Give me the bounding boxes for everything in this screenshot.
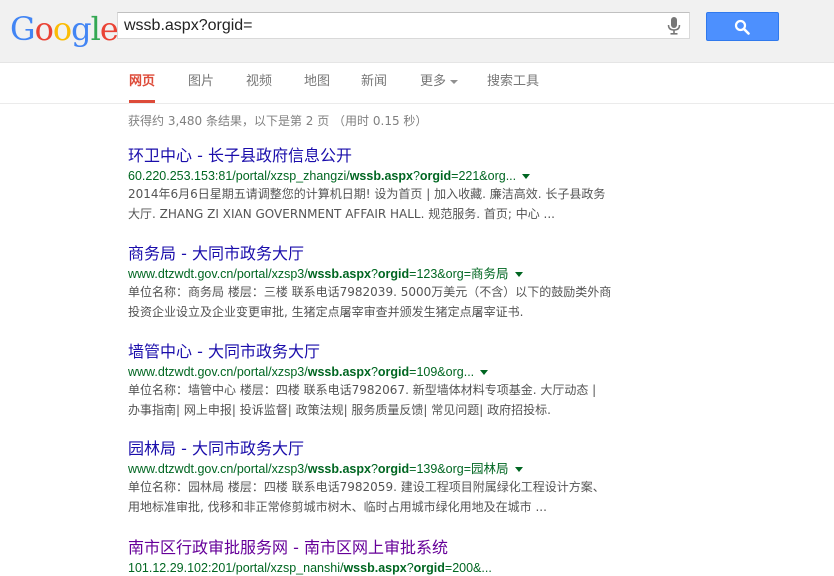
result-snippet-line: 单位名称：墙管中心 楼层：四楼 联系电话7982067. 新型墙体材料专项基金.… (128, 383, 597, 397)
url-highlight: orgid (419, 169, 452, 183)
result-title-link[interactable]: 园林局 - 大同市政务大厅 (128, 439, 648, 459)
search-result: 南市区行政审批服务网 - 南市区网上审批系统 101.12.29.102:201… (128, 538, 648, 576)
tab-more[interactable]: 更多 (420, 63, 459, 101)
result-snippet-line: 投资企业设立及企业变更审批, 生猪定点屠宰审查并颁发生猪定点屠宰证书. (128, 305, 524, 319)
result-snippet-line: 单位名称：园林局 楼层：四楼 联系电话7982059. 建设工程项目附属绿化工程… (128, 480, 605, 494)
tab-search-tools[interactable]: 搜索工具 (487, 63, 539, 101)
search-tabs: 网页 图片 视频 地图 新闻 更多 搜索工具 (0, 63, 834, 104)
tab-news[interactable]: 新闻 (361, 63, 387, 101)
result-snippet-line: 用地标准审批, 伐移和非正常修剪城市树木、临时占用城市绿化用地及在城市 ... (128, 500, 547, 514)
result-snippet-line: 单位名称：商务局 楼层：三楼 联系电话7982039. 5000万美元（不含）以… (128, 285, 612, 299)
url-text: www.dtzwdt.gov.cn/portal/xzsp3/ (128, 267, 308, 281)
mic-icon[interactable] (667, 17, 681, 35)
search-result: 园林局 - 大同市政务大厅 www.dtzwdt.gov.cn/portal/x… (128, 439, 648, 517)
url-highlight: orgid (377, 462, 410, 476)
url-highlight: wssb.aspx (307, 365, 371, 379)
url-text: ? (370, 267, 378, 281)
url-text: ? (370, 462, 378, 476)
tab-videos[interactable]: 视频 (246, 63, 272, 101)
result-stats: 获得约 3,480 条结果，以下是第 2 页 （用时 0.15 秒） (128, 114, 428, 128)
url-highlight: wssb.aspx (307, 462, 371, 476)
logo-letter: G (10, 10, 36, 48)
search-box[interactable] (117, 12, 690, 39)
url-highlight: orgid (377, 267, 410, 281)
search-result: 墙管中心 - 大同市政务大厅 www.dtzwdt.gov.cn/portal/… (128, 342, 648, 420)
url-highlight: orgid (377, 365, 410, 379)
search-result: 环卫中心 - 长子县政府信息公开 60.220.253.153:81/porta… (128, 146, 648, 224)
url-options-arrow-icon[interactable] (522, 174, 531, 180)
result-url: www.dtzwdt.gov.cn/portal/xzsp3/wssb.aspx… (128, 364, 648, 380)
result-snippet-line: 2014年6月6日星期五请调整您的计算机日期! 设为首页 | 加入收藏. 廉洁高… (128, 187, 606, 201)
result-url: www.dtzwdt.gov.cn/portal/xzsp3/wssb.aspx… (128, 266, 648, 282)
tab-maps[interactable]: 地图 (304, 63, 330, 101)
url-options-arrow-icon[interactable] (514, 272, 523, 278)
search-input[interactable] (124, 15, 654, 36)
url-text: 101.12.29.102:201/portal/xzsp_nanshi/ (128, 561, 344, 575)
logo-letter: o (52, 10, 72, 48)
logo-letter: e (99, 10, 119, 48)
search-result: 商务局 - 大同市政务大厅 www.dtzwdt.gov.cn/portal/x… (128, 244, 648, 322)
result-snippet-line: 办事指南| 网上申报| 投诉监督| 政策法规| 服务质量反馈| 常见问题| 政府… (128, 403, 551, 417)
url-highlight: wssb.aspx (307, 267, 371, 281)
google-logo[interactable]: Google (10, 9, 119, 49)
url-text: www.dtzwdt.gov.cn/portal/xzsp3/ (128, 365, 308, 379)
result-title-link[interactable]: 商务局 - 大同市政务大厅 (128, 244, 648, 264)
url-highlight: wssb.aspx (349, 169, 413, 183)
logo-letter: l (90, 10, 101, 48)
result-url: www.dtzwdt.gov.cn/portal/xzsp3/wssb.aspx… (128, 461, 648, 477)
url-options-arrow-icon[interactable] (480, 370, 489, 376)
url-text: www.dtzwdt.gov.cn/portal/xzsp3/ (128, 462, 308, 476)
url-text: =200&... (444, 561, 492, 575)
url-options-arrow-icon[interactable] (514, 467, 523, 473)
result-url: 101.12.29.102:201/portal/xzsp_nanshi/wss… (128, 560, 648, 576)
url-text: ? (406, 561, 414, 575)
tab-images[interactable]: 图片 (188, 63, 214, 101)
result-snippet-line: 大厅. ZHANG ZI XIAN GOVERNMENT AFFAIR HALL… (128, 207, 555, 221)
result-title-link[interactable]: 环卫中心 - 长子县政府信息公开 (128, 146, 648, 166)
header-bar: Google (0, 0, 834, 63)
tab-web[interactable]: 网页 (129, 63, 156, 103)
result-title-link[interactable]: 南市区行政审批服务网 - 南市区网上审批系统 (128, 538, 648, 558)
logo-letter: o (34, 10, 54, 48)
search-button[interactable] (706, 12, 779, 41)
logo-letter: g (71, 10, 92, 48)
search-icon (734, 19, 750, 35)
url-text: =109&org... (409, 365, 475, 379)
url-text: =123&org=商务局 (409, 267, 509, 281)
url-text: ? (370, 365, 378, 379)
result-url: 60.220.253.153:81/portal/xzsp_zhangzi/ws… (128, 168, 648, 184)
url-highlight: wssb.aspx (343, 561, 407, 575)
url-highlight: orgid (413, 561, 445, 575)
url-text: 60.220.253.153:81/portal/xzsp_zhangzi/ (128, 169, 350, 183)
url-text: ? (412, 169, 420, 183)
url-text: =221&org... (451, 169, 517, 183)
url-text: =139&org=园林局 (409, 462, 509, 476)
tab-more-label: 更多 (420, 74, 447, 89)
result-title-link[interactable]: 墙管中心 - 大同市政务大厅 (128, 342, 648, 362)
chevron-down-icon (450, 79, 459, 84)
